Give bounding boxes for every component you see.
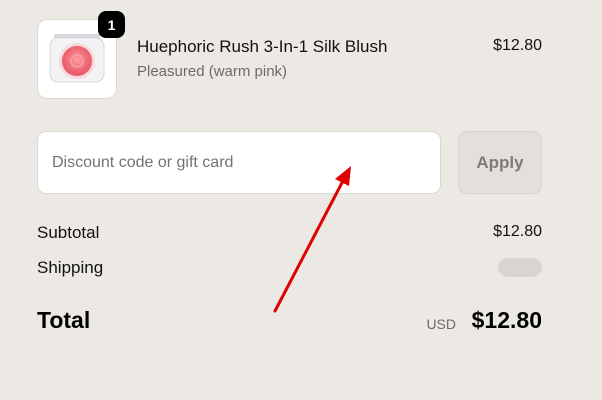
subtotal-value: $12.80 [493,223,542,240]
total-label: Total [37,307,91,333]
product-price: $12.80 [493,37,542,54]
product-name: Huephoric Rush 3-In-1 Silk Blush [137,37,388,56]
total-value: $12.80 [471,307,542,333]
shipping-loading-placeholder [498,258,542,277]
shipping-label: Shipping [37,258,104,277]
apply-button[interactable]: Apply [458,131,542,194]
quantity-badge: 1 [98,11,125,38]
discount-code-input[interactable] [37,131,441,194]
total-currency: USD [426,316,456,332]
subtotal-label: Subtotal [37,223,100,242]
blush-compact-icon [49,34,105,83]
product-variant: Pleasured (warm pink) [137,63,288,80]
